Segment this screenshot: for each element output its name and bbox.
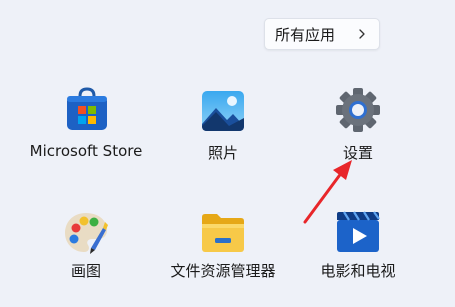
pinned-app-label: Microsoft Store <box>29 142 143 160</box>
pinned-app-settings[interactable]: 设置 <box>316 82 400 166</box>
microsoft-store-icon <box>67 87 107 130</box>
pinned-app-label: 画图 <box>70 262 102 280</box>
photos-icon <box>202 91 244 131</box>
pinned-app-paint[interactable]: 画图 <box>44 202 128 286</box>
pinned-app-label: 设置 <box>342 144 374 162</box>
paint-palette-icon <box>65 213 108 254</box>
all-apps-label: 所有应用 <box>275 25 336 44</box>
settings-gear-icon <box>336 88 380 132</box>
pinned-app-movies-tv[interactable]: 电影和电视 <box>312 202 404 286</box>
pinned-app-label: 照片 <box>207 144 239 162</box>
pinned-app-label: 电影和电视 <box>320 262 396 280</box>
pinned-app-file-explorer[interactable]: 文件资源管理器 <box>162 202 284 286</box>
chevron-right-icon <box>359 29 365 39</box>
file-explorer-folder-icon <box>202 214 244 252</box>
pinned-app-photos[interactable]: 照片 <box>181 82 265 166</box>
movies-tv-icon <box>337 211 380 252</box>
all-apps-button[interactable]: 所有应用 <box>264 18 380 50</box>
pinned-app-microsoft-store[interactable]: Microsoft Store <box>26 82 146 166</box>
pinned-app-label: 文件资源管理器 <box>170 262 276 280</box>
